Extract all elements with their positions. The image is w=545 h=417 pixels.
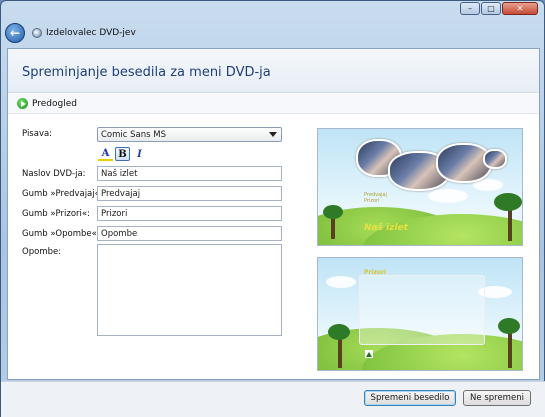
dvd-maker-window: – □ ✕ ← Izdelovalec DVD-jev Spreminjanje… [0,0,545,417]
tree-trunk [508,330,512,368]
notes-button-label: Gumb »Opombe«: [22,229,100,239]
photo-bubble [483,149,507,169]
apply-text-button[interactable]: Spremeni besedilo [364,390,456,406]
scene-frame [359,275,485,345]
dialog-footer: Spremeni besedilo Ne spremeni [1,381,545,417]
scenes-title: Prizori [364,269,387,276]
preview-button[interactable]: Predogled [32,99,77,109]
maximize-button[interactable]: □ [481,2,501,15]
tree-canopy [323,205,343,219]
notes-label: Opombe: [22,247,62,257]
text-format-toolbar: A B I [98,147,147,161]
cancel-button[interactable]: Ne spremeni [463,390,531,406]
dvd-title-label: Naslov DVD-ja: [22,169,86,179]
close-button[interactable]: ✕ [502,2,538,15]
scenes-button-field[interactable]: Prizori [97,206,282,221]
up-arrow-icon [365,350,373,358]
play-button-field[interactable]: Predvajaj [97,186,282,201]
italic-button[interactable]: I [132,147,147,161]
scenes-button-label: Gumb »Prizori«: [22,209,90,219]
font-label: Pisava: [22,129,53,139]
window-title: Izdelovalec DVD-jev [46,28,136,38]
bold-button[interactable]: B [115,147,130,161]
tree-canopy [494,193,522,211]
notes-button-field[interactable]: Opombe [97,226,282,241]
chevron-down-icon[interactable] [269,132,277,137]
content-panel: Spreminjanje besedila za meni DVD-ja Pre… [7,48,540,380]
menu-buttons-text: Predvajaj Prizori [364,192,387,204]
menu-title: Naš izlet [364,223,408,233]
font-color-button[interactable]: A [98,148,113,161]
tree-canopy [328,324,350,340]
notes-textarea[interactable] [97,244,282,336]
tree-trunk [338,336,342,368]
back-arrow-icon[interactable]: ← [5,23,25,43]
tree-trunk [508,207,512,241]
page-title: Spreminjanje besedila za meni DVD-ja [22,65,271,80]
minimize-button[interactable]: – [460,2,480,15]
font-select-value: Comic Sans MS [101,129,167,140]
play-icon[interactable] [17,98,28,109]
dvd-title-field[interactable]: Naš izlet [97,166,282,181]
menu-preview: Predvajaj Prizori Naš izlet [317,128,523,246]
cloud [428,189,468,203]
window-controls: – □ ✕ [460,2,538,15]
tree-canopy [498,318,520,334]
dvd-icon [32,28,42,38]
toolbar: Predogled [8,94,539,114]
play-button-label: Gumb »Predvajaj«: [22,189,103,199]
page-header: Spreminjanje besedila za meni DVD-ja [8,49,539,93]
scenes-preview: Prizori [317,257,523,371]
navigation-bar: ← Izdelovalec DVD-jev [5,21,136,45]
font-select[interactable]: Comic Sans MS [97,127,282,142]
cloud [326,276,356,288]
